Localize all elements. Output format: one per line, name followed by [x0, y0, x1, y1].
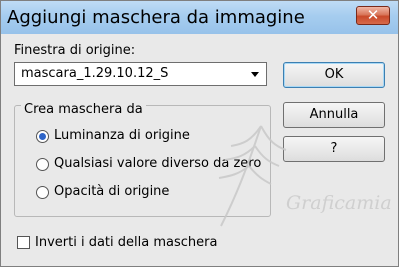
- radio-any-nonzero[interactable]: [36, 158, 49, 171]
- close-icon: ✕: [366, 6, 380, 24]
- invert-mask-checkbox[interactable]: [17, 236, 30, 249]
- radio-opacity-label[interactable]: Opacità di origine: [54, 184, 169, 199]
- mask-source-legend: Crea maschera da: [21, 102, 146, 117]
- ok-button[interactable]: OK: [283, 62, 385, 88]
- svg-text:Graficamia: Graficamia: [286, 192, 391, 214]
- dropdown-arrow-icon[interactable]: [247, 66, 263, 82]
- radio-luminance-label[interactable]: Luminanza di origine: [54, 128, 190, 143]
- source-window-select[interactable]: mascara_1.29.10.12_S: [14, 62, 267, 86]
- source-window-label: Finestra di origine:: [14, 43, 136, 58]
- dialog-window: Aggiungi maschera da immagine ✕ Finestra…: [0, 0, 399, 267]
- invert-mask-label[interactable]: Inverti i dati della maschera: [35, 235, 217, 250]
- radio-luminance[interactable]: [36, 130, 49, 143]
- title-bar: Aggiungi maschera da immagine ✕: [1, 1, 398, 34]
- watermark-logo: Graficamia: [218, 125, 391, 227]
- source-window-value: mascara_1.29.10.12_S: [21, 66, 169, 81]
- window-title: Aggiungi maschera da immagine: [7, 7, 305, 28]
- close-button[interactable]: ✕: [356, 6, 390, 25]
- radio-opacity[interactable]: [36, 186, 49, 199]
